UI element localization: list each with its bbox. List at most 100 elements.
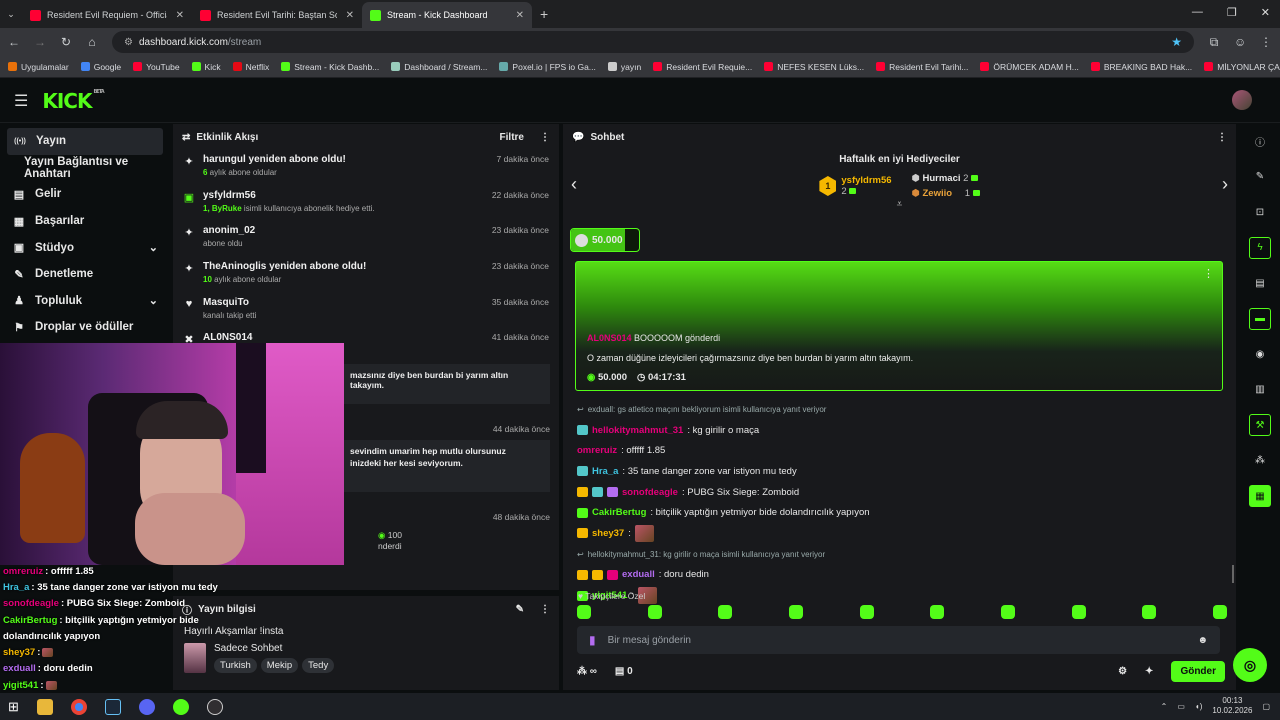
microphone-icon[interactable]: ▮	[589, 633, 596, 647]
emoji-icon[interactable]: ☻	[1197, 635, 1208, 646]
bookmark-item[interactable]: Dashboard / Stream...	[391, 62, 487, 72]
lightning-icon[interactable]: ϟ	[1249, 236, 1271, 259]
quick-emote[interactable]	[577, 605, 591, 619]
menu-dots-icon[interactable]: ⋮	[1260, 35, 1272, 49]
chat-username[interactable]: Hra_a	[592, 466, 618, 477]
gifter-2[interactable]: ⬢ Hurmaci 2	[912, 173, 980, 184]
support-headset-icon[interactable]: ◎	[1233, 648, 1267, 682]
close-tab-icon[interactable]: ✕	[516, 10, 524, 21]
kick-coins-icon[interactable]: ⁂ ∞	[577, 666, 597, 677]
info-circle-icon[interactable]: ⓘ	[1249, 130, 1271, 152]
quick-emote[interactable]	[1000, 605, 1015, 619]
kick-app-icon[interactable]	[172, 698, 189, 715]
bookmark-item[interactable]: MİLYONLAR ÇALAR...	[1204, 62, 1280, 72]
quick-emote[interactable]	[930, 605, 945, 619]
tab-search-icon[interactable]: ⌄	[0, 9, 22, 20]
reply-context[interactable]: ↩ exduall: gs atletico maçını bekliyorum …	[577, 399, 1227, 420]
chat-username[interactable]: CakirBertug	[592, 507, 646, 518]
windows-start-icon[interactable]: ⊞	[8, 699, 19, 715]
chat-more-icon[interactable]: ⋮	[1217, 132, 1227, 143]
broadcast-toggle-icon[interactable]: ◉	[1249, 343, 1271, 365]
browser-tab[interactable]: Resident Evil Requiem - Official ✕	[22, 2, 192, 28]
gift-sender[interactable]: AL0NS014	[587, 333, 632, 343]
bookmark-item[interactable]: BREAKING BAD Hak...	[1090, 62, 1192, 72]
chat-message[interactable]: yigit541:	[577, 585, 1227, 606]
activity-item[interactable]: ✦ harungul yeniden abone oldu! 6 aylık abo…	[173, 150, 559, 186]
discord-icon[interactable]	[138, 698, 155, 715]
bookmark-item[interactable]: yayın	[607, 62, 641, 72]
bookmark-item[interactable]: Google	[80, 62, 121, 72]
taskbar-clock[interactable]: 00:13 10.02.2026	[1212, 696, 1252, 716]
chat-message[interactable]: hellokitymahmut_31: kg girilir o maça	[577, 420, 1227, 441]
bookmark-item[interactable]: Netflix	[232, 62, 269, 72]
bookmark-item[interactable]: Resident Evil Requie...	[653, 62, 752, 72]
chat-message[interactable]: CakirBertug: bitçilik yaptığın yetmiyor …	[577, 502, 1227, 523]
collapse-icon[interactable]: ⩡	[563, 199, 1236, 210]
chat-username[interactable]: omreruiz	[577, 445, 617, 456]
gifter-3[interactable]: ⬢ Zewiio 1	[912, 188, 980, 199]
bookmark-item[interactable]: Stream - Kick Dashb...	[281, 62, 379, 72]
site-info-icon[interactable]: ⚙	[124, 37, 133, 48]
bookmark-item[interactable]: NEFES KESEN Lüks...	[764, 62, 864, 72]
sidebar-item[interactable]: Yayın Bağlantısı ve Anahtarı	[0, 155, 170, 182]
prev-arrow-icon[interactable]: ‹	[571, 174, 577, 195]
layers-icon[interactable]: ▥	[1249, 379, 1271, 401]
chat-message[interactable]: Hra_a: 35 tane danger zone var istiyon m…	[577, 461, 1227, 482]
filter-button[interactable]: Filtre	[500, 132, 524, 143]
sidebar-item[interactable]: ⚑ Droplar ve ödüller	[0, 314, 170, 341]
chrome-icon[interactable]	[70, 698, 87, 715]
chat-tools-icon[interactable]: ✦	[1145, 666, 1153, 677]
clapper-icon[interactable]: ▦	[1249, 485, 1271, 507]
activity-item[interactable]: ✦ TheAninoglis yeniden abone oldu! 10 aylı…	[173, 257, 559, 293]
share-icon[interactable]: ⁂	[1249, 450, 1271, 472]
chat-settings-icon[interactable]: ⚙	[1118, 666, 1127, 677]
steam-icon[interactable]	[104, 698, 121, 715]
profile-icon[interactable]: ☺	[1234, 35, 1246, 49]
activity-item[interactable]: ✦ anonim_02 abone oldu 23 dakika önce	[173, 221, 559, 257]
chat-username[interactable]: exduall	[622, 569, 655, 580]
quick-emote[interactable]	[718, 605, 733, 619]
chat-message[interactable]: shey37:	[577, 523, 1227, 544]
chevron-down-icon[interactable]: ⌄	[149, 294, 158, 307]
chat-message[interactable]: sonofdeagle: PUBG Six Siege: Zomboid	[577, 482, 1227, 503]
chat-message[interactable]: exduall: doru dedin	[577, 565, 1227, 586]
chat-username[interactable]: sonofdeagle	[622, 487, 678, 498]
tag-chip[interactable]: Mekip	[260, 658, 299, 673]
volume-icon[interactable]: ◖)	[1195, 702, 1203, 711]
network-icon[interactable]: ▭	[1177, 702, 1185, 711]
url-field[interactable]: ⚙ dashboard.kick.com/stream ★	[112, 31, 1194, 53]
new-tab-button[interactable]: +	[540, 6, 548, 22]
chat-username[interactable]: shey37	[592, 528, 624, 539]
tray-chevron-icon[interactable]: ⌃	[1161, 702, 1168, 711]
kick-logo[interactable]: KICK BETA	[42, 89, 104, 113]
edit-pencil-icon[interactable]: ✎	[516, 604, 524, 615]
sidebar-item[interactable]: ▤ Gelir	[0, 181, 170, 208]
sidebar-item[interactable]: ▦ Başarılar	[0, 208, 170, 235]
notifications-icon[interactable]: ▢	[1262, 702, 1270, 711]
chevron-down-icon[interactable]: ⌄	[149, 241, 158, 254]
chat-scrollbar[interactable]	[1232, 565, 1234, 583]
points-counter[interactable]: ▤ 0	[615, 666, 633, 677]
gift-card-more-icon[interactable]: ⋮	[1203, 267, 1214, 280]
document-icon[interactable]: ▤	[1249, 272, 1271, 294]
chat-username[interactable]: hellokitymahmut_31	[592, 425, 683, 436]
chat-panel-icon[interactable]: ▬	[1249, 307, 1271, 330]
next-arrow-icon[interactable]: ›	[1222, 174, 1228, 195]
menu-hamburger-icon[interactable]: ☰	[14, 91, 28, 111]
bookmark-item[interactable]: ÖRÜMCEK ADAM H...	[980, 62, 1079, 72]
quick-emote[interactable]	[788, 605, 803, 619]
browser-tab[interactable]: Stream - Kick Dashboard ✕	[362, 2, 532, 28]
sidebar-item[interactable]: ✎ Denetleme	[0, 261, 170, 288]
back-icon[interactable]: ←	[8, 35, 20, 49]
bookmark-item[interactable]: Kick	[191, 62, 221, 72]
chat-input[interactable]: ▮ Bir mesaj gönderin ☻	[577, 626, 1220, 654]
send-button[interactable]: Gönder	[1171, 661, 1225, 682]
quick-emote[interactable]	[859, 605, 874, 619]
activity-more-icon[interactable]: ⋮	[540, 132, 550, 143]
quick-emote[interactable]	[1142, 605, 1157, 619]
activity-item[interactable]: ▣ ysfyldrm56 1, ByRuke isimli kullanıcıya …	[173, 186, 559, 222]
sidebar-item[interactable]: ♟ Topluluk ⌄	[0, 288, 170, 315]
browser-tab[interactable]: Resident Evil Tarihi: Baştan Sona ✕	[192, 2, 362, 28]
restore-icon[interactable]: ❐	[1227, 6, 1237, 19]
reload-icon[interactable]: ↻	[60, 35, 72, 49]
